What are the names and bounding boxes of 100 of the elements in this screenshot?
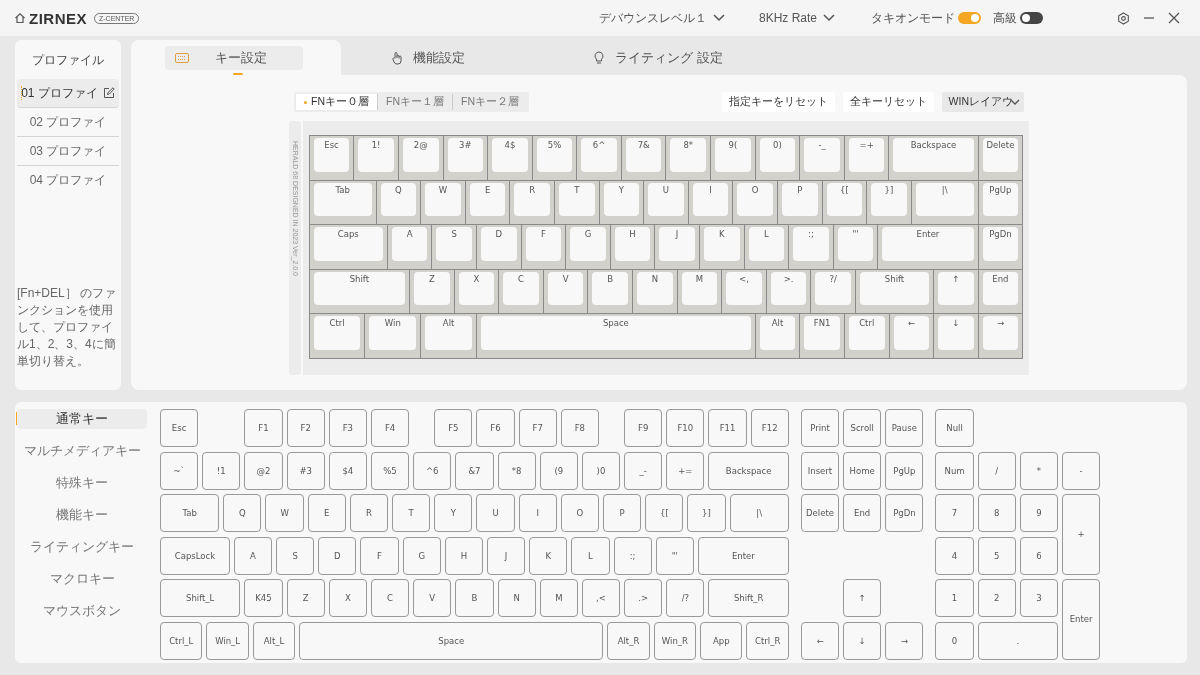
key-option[interactable]: 3 [1019, 579, 1058, 617]
keyboard-key[interactable]: I [688, 180, 733, 225]
key-option[interactable]: Alt_L [252, 621, 296, 660]
key-option[interactable]: F3 [328, 409, 367, 447]
key-option[interactable]: F5 [434, 409, 473, 447]
key-option[interactable]: ↓ [843, 621, 882, 660]
keyboard-key[interactable]: 6^ [577, 136, 621, 180]
key-option[interactable]: F9 [624, 409, 663, 447]
key-option[interactable]: / [977, 451, 1016, 490]
key-option[interactable]: Delete [800, 494, 840, 532]
key-option[interactable]: "' [655, 536, 694, 575]
key-option[interactable]: /? [666, 579, 705, 617]
key-option[interactable]: P [603, 494, 642, 532]
category-item[interactable]: 機能キー [17, 505, 147, 525]
keyboard-key[interactable]: {[ [822, 180, 867, 225]
keyboard-key[interactable]: 7& [621, 136, 666, 180]
key-option[interactable]: 4 [935, 536, 974, 575]
key-option[interactable]: )0 [581, 451, 621, 490]
category-item[interactable]: マクロキー [17, 569, 147, 589]
key-option[interactable]: End [843, 494, 882, 532]
keyboard-key[interactable]: Ctrl [309, 314, 365, 358]
keyboard-key[interactable]: J [655, 225, 699, 269]
key-option[interactable]: F2 [286, 409, 325, 447]
key-option[interactable]: 6 [1019, 536, 1058, 575]
keyboard-key[interactable]: H [610, 225, 655, 269]
key-option[interactable]: F [360, 536, 399, 575]
key-option[interactable]: Pause [885, 409, 924, 447]
keyboard-key[interactable]: S [432, 225, 476, 269]
keyboard-key[interactable]: Caps [309, 225, 387, 269]
key-option[interactable]: 5 [977, 536, 1016, 575]
key-option[interactable]: App [700, 621, 743, 660]
key-option[interactable]: K [529, 536, 568, 575]
key-option[interactable]: Ctrl_R [746, 621, 789, 660]
keyboard-key[interactable]: Delete [978, 136, 1023, 180]
key-option[interactable]: $4 [328, 451, 367, 490]
keyboard-key[interactable]: O [733, 180, 777, 225]
keyboard-key[interactable]: L [744, 225, 789, 269]
key-option[interactable]: ~` [160, 451, 199, 490]
key-option[interactable]: ^6 [413, 451, 452, 490]
key-option[interactable]: A [233, 536, 273, 575]
keyboard-key[interactable]: ?/ [811, 269, 855, 314]
keyboard-key[interactable]: V [543, 269, 588, 314]
keyboard-key[interactable]: 9( [711, 136, 755, 180]
key-option[interactable]: 7 [935, 494, 974, 532]
keyboard-key[interactable]: Win [365, 314, 421, 358]
keyboard-key[interactable]: ← [889, 314, 934, 358]
key-option[interactable]: I [518, 494, 557, 532]
key-option[interactable]: Esc [160, 409, 199, 447]
key-option[interactable]: F12 [750, 409, 789, 447]
keyboard-key[interactable]: Y [599, 180, 644, 225]
key-option[interactable]: *8 [497, 451, 536, 490]
keyboard-key[interactable]: 3# [443, 136, 488, 180]
key-option[interactable]: Home [843, 451, 882, 490]
key-option[interactable]: @2 [244, 451, 283, 490]
key-option[interactable]: D [318, 536, 357, 575]
key-option[interactable]: Scroll [843, 409, 882, 447]
keyboard-key[interactable]: PgUp [978, 180, 1023, 225]
key-option[interactable]: C [370, 579, 410, 617]
key-option[interactable]: PgDn [885, 494, 924, 532]
keyboard-key[interactable]: B [588, 269, 633, 314]
key-option[interactable]: X [328, 579, 367, 617]
keyboard-key[interactable]: Space [476, 314, 755, 358]
key-option[interactable]: 8 [977, 494, 1016, 532]
key-option[interactable]: T [392, 494, 431, 532]
key-option[interactable]: Print [800, 409, 840, 447]
keyboard-key[interactable]: F [521, 225, 566, 269]
keyboard-key[interactable]: M [677, 269, 722, 314]
category-item[interactable]: ライティングキー [17, 537, 147, 557]
keyboard-key[interactable]: PgDn [978, 225, 1023, 269]
keyboard-key[interactable]: FN1 [800, 314, 844, 358]
key-option[interactable]: Backspace [708, 451, 789, 490]
key-option[interactable]: Z [286, 579, 325, 617]
profile-item[interactable]: 01 プロファイ [17, 79, 119, 108]
layout-dropdown[interactable]: WINレイアウ [941, 92, 1024, 112]
key-option[interactable]: H [444, 536, 483, 575]
keyboard-key[interactable]: A [387, 225, 432, 269]
key-option[interactable]: Win_R [653, 621, 697, 660]
key-option[interactable]: G [402, 536, 441, 575]
key-option[interactable]: &7 [455, 451, 494, 490]
reset-button[interactable]: 指定キーをリセット [721, 92, 835, 112]
keyboard-key[interactable]: End [978, 269, 1023, 314]
keyboard-key[interactable]: Z [410, 269, 454, 314]
key-option[interactable]: .> [624, 579, 663, 617]
key-option[interactable]: ,< [581, 579, 621, 617]
debounce-dropdown[interactable]: デバウンスレベル１ [598, 9, 725, 27]
key-option[interactable]: ← [800, 621, 840, 660]
key-option[interactable]: PgUp [885, 451, 924, 490]
key-option[interactable]: :; [613, 536, 652, 575]
keyboard-key[interactable]: Alt [421, 314, 476, 358]
key-option[interactable]: 1 [935, 579, 974, 617]
close-icon[interactable] [1168, 12, 1180, 24]
key-option[interactable]: O [560, 494, 599, 532]
key-option[interactable]: F10 [666, 409, 705, 447]
keyboard-key[interactable]: → [978, 314, 1023, 358]
home-icon[interactable] [14, 12, 26, 24]
key-option[interactable]: W [265, 494, 304, 532]
keyboard-key[interactable]: 4$ [488, 136, 532, 180]
tab[interactable]: 機能設定 [341, 40, 551, 75]
profile-item[interactable]: 03 プロファイ [17, 137, 119, 166]
layer-tab[interactable]: FNキー１層 [377, 94, 452, 110]
